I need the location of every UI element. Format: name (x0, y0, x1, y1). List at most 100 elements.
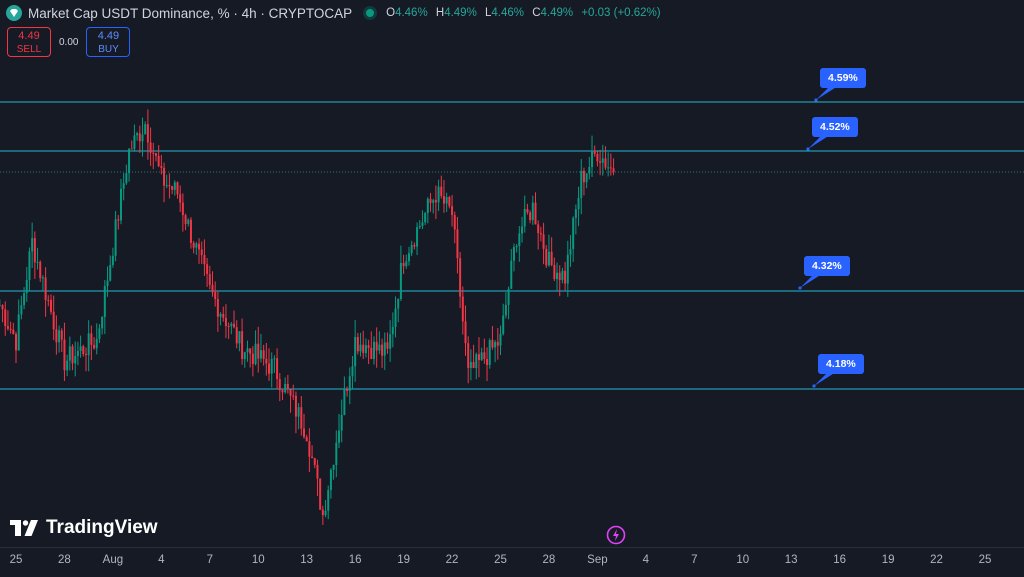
candle-up (577, 197, 580, 210)
time-axis-label: 16 (833, 554, 847, 566)
candle-up (243, 352, 246, 360)
candle-down (537, 224, 540, 234)
symbol-title[interactable]: Market Cap USDT Dominance, % · 4h · CRYP… (28, 6, 352, 21)
candle-down (311, 456, 314, 459)
candle-down (453, 215, 456, 230)
time-axis-label: 7 (691, 554, 698, 566)
candle-down (370, 347, 373, 360)
candle-down (157, 155, 160, 167)
candle-up (187, 219, 190, 224)
candle-down (47, 299, 50, 301)
candle-up (488, 340, 491, 365)
time-axis-label: 19 (397, 554, 410, 566)
candle-down (319, 478, 322, 510)
level-label-pointer (816, 86, 838, 100)
candle-up (28, 251, 31, 280)
candle-up (426, 198, 429, 214)
candle-up (566, 254, 569, 284)
candle-up (25, 279, 28, 294)
candle-down (402, 262, 405, 267)
candle-down (294, 395, 297, 417)
candle-up (128, 148, 131, 174)
candle-up (601, 158, 604, 163)
candle-up (284, 383, 287, 393)
candle-down (609, 167, 612, 169)
level-label-pointer (814, 372, 836, 386)
candle-down (434, 200, 437, 203)
level-label-4-59[interactable]: 4.59% (820, 68, 866, 88)
candle-down (564, 270, 567, 284)
candle-down (44, 277, 47, 300)
candle-up (574, 209, 577, 219)
market-status-icon[interactable] (366, 9, 375, 17)
candle-down (9, 328, 12, 330)
candle-up (259, 350, 262, 359)
candle-up (109, 264, 112, 281)
time-axis-label: 4 (642, 554, 650, 566)
candle-up (556, 272, 559, 280)
level-label-4-18[interactable]: 4.18% (818, 354, 864, 374)
candle-up (144, 124, 147, 135)
level-label-4-32[interactable]: 4.32% (804, 256, 850, 276)
candle-down (593, 150, 596, 154)
time-axis-label: 4 (158, 554, 165, 566)
candle-up (391, 327, 394, 335)
candle-up (494, 342, 497, 348)
time-axis-label: 25 (9, 554, 23, 566)
candle-down (200, 249, 203, 256)
tradingview-logo[interactable]: TradingView (10, 517, 158, 539)
candle-down (276, 358, 279, 380)
level-anchor (812, 384, 816, 388)
candle-up (588, 167, 591, 174)
lightning-icon[interactable] (606, 525, 626, 545)
candle-up (397, 299, 400, 309)
time-axis-label: 28 (58, 554, 71, 566)
symbol-logo-icon[interactable] (6, 5, 22, 21)
candle-up (335, 442, 338, 466)
candle-up (338, 430, 340, 443)
candle-down (192, 242, 195, 248)
candle-up (359, 344, 362, 352)
candle-down (163, 167, 166, 186)
buy-button[interactable]: 4.49 BUY (86, 27, 131, 57)
candle-up (378, 344, 381, 351)
candle-up (58, 330, 61, 343)
candle-down (456, 229, 459, 259)
candle-down (375, 341, 378, 351)
candle-down (292, 395, 295, 397)
time-axis-label: 25 (494, 554, 507, 566)
candle-down (313, 458, 316, 465)
candle-down (308, 441, 311, 457)
candle-down (224, 317, 227, 326)
candle-up (389, 334, 392, 349)
time-axis-label: 25 (978, 554, 992, 566)
candle-down (160, 166, 163, 168)
candle-up (348, 376, 351, 391)
candle-down (176, 182, 179, 195)
candle-down (413, 245, 416, 247)
candle-down (467, 343, 470, 368)
price-chart[interactable] (0, 0, 1024, 547)
candle-down (1, 305, 4, 310)
candle-down (6, 326, 9, 329)
candle-up (23, 293, 26, 306)
candle-up (416, 227, 419, 247)
sell-label: SELL (16, 44, 42, 55)
sell-button[interactable]: 4.49 SELL (7, 27, 51, 57)
candle-up (523, 208, 526, 227)
time-axis[interactable]: 25 28 Aug 4 7 10 13 16 19 22 25 28 Sep 4 7 10 13 16 19 22 25 (0, 547, 1024, 577)
change-value: +0.03 (+0.62%) (581, 7, 661, 19)
candle-up (68, 346, 71, 361)
level-label-4-52[interactable]: 4.52% (812, 117, 858, 137)
candle-down (179, 194, 182, 203)
candle-down (208, 274, 211, 285)
candle-down (464, 321, 467, 344)
candle-up (133, 135, 136, 149)
candle-down (52, 311, 55, 330)
candle-up (547, 251, 550, 266)
candle-up (270, 359, 273, 374)
candle-up (591, 150, 594, 168)
candle-down (93, 344, 96, 349)
candle-down (268, 363, 271, 374)
candle-down (117, 219, 120, 221)
